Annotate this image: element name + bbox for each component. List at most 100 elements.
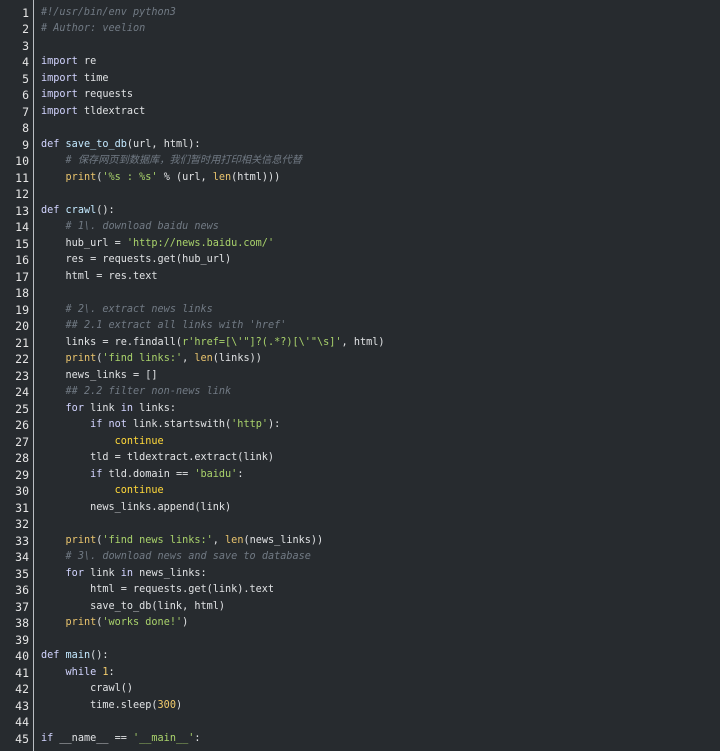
code-line[interactable]: import time [41, 71, 108, 88]
code-line[interactable]: def crawl(): [41, 203, 115, 220]
code-token: for [65, 402, 84, 414]
line-number: 28 [15, 451, 29, 465]
code-token: ## 2.1 extract all links with 'href' [65, 320, 287, 331]
code-line[interactable]: def main(): [41, 648, 109, 665]
code-line[interactable]: while 1: [41, 665, 115, 682]
line-number: 35 [15, 566, 29, 581]
code-token: link [83, 567, 121, 579]
line-number: 8 [22, 121, 29, 135]
line-number: 7 [22, 104, 29, 119]
line-number: 42 [15, 682, 29, 696]
code-token: 'baidu' [194, 468, 238, 480]
code-token: # 1\. download baidu news [65, 221, 219, 232]
code-line[interactable]: news_links.append(link) [41, 500, 231, 517]
code-line[interactable]: import re [41, 54, 96, 71]
code-token: if [41, 732, 54, 744]
code-line[interactable]: ## 2.1 extract all links with 'href' [41, 318, 287, 335]
line-number: 24 [15, 385, 29, 399]
code-line[interactable]: if __name__ == '__main__': [41, 731, 201, 748]
code-line[interactable]: time.sleep(300) [41, 698, 182, 715]
code-token: def [41, 204, 60, 216]
line-number: 39 [15, 632, 29, 647]
line-number: 17 [15, 269, 29, 284]
code-line[interactable]: for link in links: [41, 401, 176, 418]
code-token: , [212, 534, 226, 546]
line-number: 13 [15, 203, 29, 218]
code-line[interactable]: def save_to_db(url, html): [41, 137, 201, 154]
code-token: hub_url = [41, 237, 127, 249]
code-line[interactable]: if tld.domain == 'baidu': [41, 467, 243, 484]
code-token: ): [267, 419, 281, 430]
code-line[interactable]: print('%s : %s' % (url, len(html))) [41, 170, 281, 187]
line-number: 33 [15, 533, 29, 548]
code-line[interactable]: ## 2.2 filter non-news link [41, 384, 232, 401]
code-token: news_links.append(link) [41, 501, 232, 513]
code-line[interactable]: crawl() [41, 681, 133, 698]
code-token: continue [114, 485, 164, 496]
code-token: ## 2.2 filter non-news link [65, 386, 232, 397]
code-line[interactable]: res = requests.get(hub_url) [41, 252, 232, 269]
code-token: tldextract [77, 105, 146, 117]
code-line[interactable]: print('works done!') [41, 615, 189, 632]
code-line[interactable]: links = re.findall(r'href=[\'"]?(.*?)[\'… [41, 335, 385, 352]
code-area[interactable]: #!/usr/bin/env python3 # Author: veelion i… [34, 0, 720, 751]
code-token: news_links = [] [41, 369, 158, 381]
line-number: 5 [22, 71, 29, 86]
line-number: 40 [15, 649, 29, 663]
line-number: 43 [15, 698, 29, 713]
code-token: # 2\. extract news links [65, 303, 213, 315]
code-token: 300 [157, 699, 176, 711]
code-line[interactable]: # Author: veelion [41, 21, 145, 38]
code-token: print [65, 171, 97, 183]
line-number: 32 [15, 517, 29, 531]
code-line[interactable]: html = requests.get(link).text [41, 582, 274, 599]
code-token: def [41, 650, 60, 661]
code-line[interactable]: save_to_db(link, html) [41, 599, 225, 616]
code-token: res = requests.get(hub_url) [41, 254, 232, 265]
code-editor[interactable]: 1 2 3 4 5 6 7 8 9 10 11 12 13 14 15 16 17 18 19 20 21 22 23 24 2… [0, 0, 720, 751]
code-token: continue [114, 435, 164, 447]
code-line[interactable]: news_links = [] [41, 368, 158, 385]
line-number: 22 [15, 352, 29, 366]
code-line[interactable]: # 保存网页到数据库，我们暂时用打印相关信息代替 [41, 153, 302, 170]
line-number: 18 [15, 286, 29, 300]
code-line[interactable]: hub_url = 'http://news.baidu.com/' [41, 236, 275, 253]
code-token: print [65, 534, 97, 546]
code-token: html = requests.get(link).text [41, 584, 275, 595]
code-line[interactable]: html = res.text [41, 269, 158, 286]
code-token: print [65, 617, 97, 628]
code-line[interactable]: continue [41, 483, 164, 500]
code-token: save_to_db [65, 138, 127, 150]
code-token: if [90, 468, 103, 480]
code-line[interactable]: # 1\. download baidu news [41, 219, 219, 236]
code-line[interactable]: continue [41, 434, 164, 451]
code-token: save_to_db(link, html) [41, 600, 226, 612]
code-line[interactable]: print('find news links:', len(news_links… [41, 533, 324, 550]
code-token: len [212, 171, 232, 183]
line-number: 4 [22, 55, 29, 69]
code-token: : [237, 468, 244, 480]
code-line[interactable]: # 3\. download news and save to database [41, 549, 311, 566]
line-number: 37 [15, 599, 29, 614]
code-token: tld = tldextract.extract(link) [41, 452, 275, 463]
code-token: while [65, 666, 97, 678]
code-line[interactable]: for link in news_links: [41, 566, 207, 583]
code-line[interactable]: print('find links:', len(links)) [41, 351, 262, 368]
code-token: ) [182, 617, 189, 628]
code-line[interactable]: # 2\. extract news links [41, 302, 213, 319]
code-token: requests [77, 89, 134, 100]
code-token: '__main__' [133, 732, 195, 744]
code-line[interactable]: if not link.startswith('http'): [41, 417, 280, 434]
code-line[interactable]: import tldextract [41, 104, 145, 121]
code-line[interactable]: #!/usr/bin/env python3 [41, 5, 176, 22]
code-token: : [194, 732, 201, 744]
code-token: import [41, 72, 78, 84]
code-line[interactable]: tld = tldextract.extract(link) [41, 450, 274, 467]
code-line[interactable]: import requests [41, 87, 133, 104]
